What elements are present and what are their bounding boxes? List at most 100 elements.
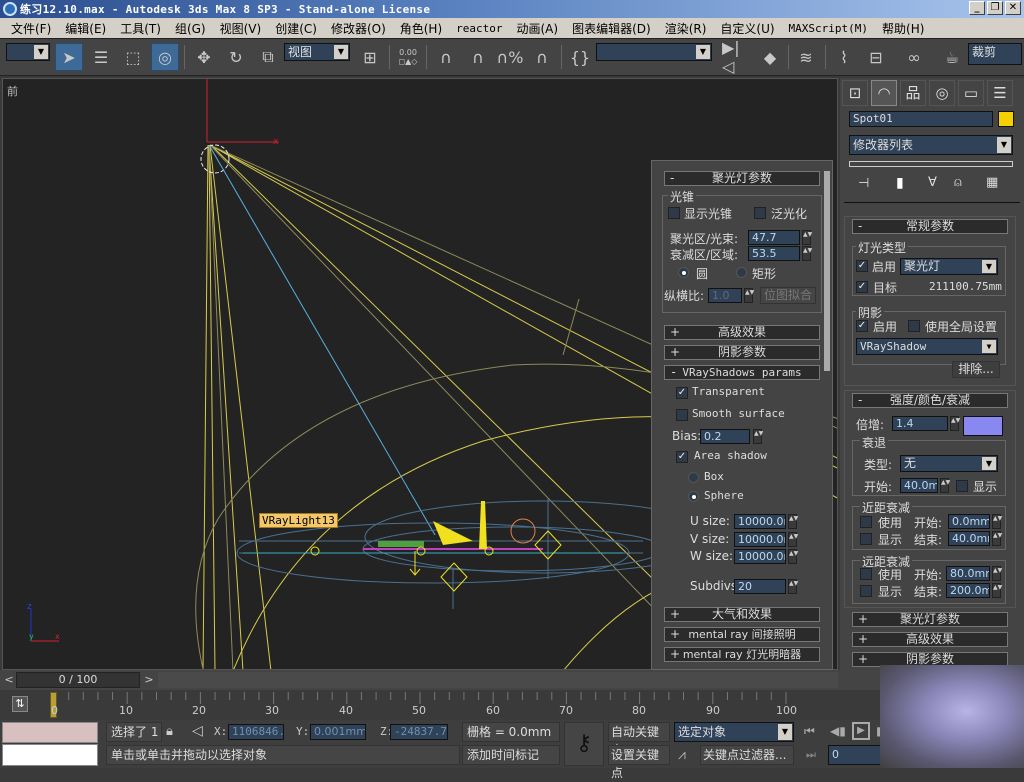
light-type-dropdown[interactable]: 聚光灯 ▼	[900, 258, 998, 275]
menu-file[interactable]: 文件(F)	[4, 20, 58, 37]
w-size-input[interactable]: 10000.0m	[734, 549, 786, 564]
render-scene-button[interactable]: ☕	[938, 43, 966, 71]
falloff-input[interactable]: 53.5	[748, 246, 800, 261]
far-end-input[interactable]: 200.0mm	[946, 583, 990, 598]
aspect-spinner[interactable]: ▲▼	[744, 288, 754, 303]
cmd-advanced-effects-header[interactable]: + 高级效果	[852, 632, 1008, 647]
schematic-view-button[interactable]: ⊟	[862, 43, 890, 71]
near-show-checkbox[interactable]	[860, 533, 872, 545]
auto-key-button[interactable]: 自动关键点	[608, 722, 670, 757]
object-color-swatch[interactable]	[998, 111, 1014, 127]
subdivs-spinner[interactable]: ▲▼	[788, 579, 798, 594]
restore-button[interactable]: ❐	[987, 1, 1003, 15]
maxscript-listener-mini[interactable]	[2, 722, 98, 743]
absolute-mode-icon[interactable]: ◁	[192, 723, 203, 739]
menu-tools[interactable]: 工具(T)	[113, 20, 168, 37]
close-button[interactable]: ✕	[1005, 1, 1021, 15]
shadow-params-header[interactable]: + 阴影参数	[664, 345, 820, 360]
hierarchy-tab[interactable]: 品	[900, 80, 926, 106]
mental-ray-shader-header[interactable]: + mental ray 灯光明暗器	[664, 647, 820, 662]
utilities-tab[interactable]: ☰	[987, 80, 1013, 106]
menu-group[interactable]: 组(G)	[168, 20, 213, 37]
modifier-stack[interactable]	[849, 161, 1013, 167]
bias-spinner[interactable]: ▲▼	[753, 429, 763, 444]
next-frame-button[interactable]: >	[142, 672, 156, 688]
vray-shadows-header[interactable]: - VRayShadows params	[664, 365, 820, 380]
far-show-checkbox[interactable]	[860, 585, 872, 597]
decay-start-input[interactable]: 40.0mm	[900, 478, 938, 493]
named-selection-dropdown[interactable]: ▼	[596, 43, 712, 61]
area-shadow-checkbox[interactable]: ✓	[676, 451, 688, 463]
minimize-button[interactable]: _	[969, 1, 985, 15]
sphere-radio[interactable]	[688, 491, 699, 502]
object-name-input[interactable]: Spot01	[849, 111, 993, 127]
near-end-spinner[interactable]: ▲▼	[992, 531, 1002, 546]
select-by-name-button[interactable]: ☰	[87, 43, 115, 71]
percent-snap-button[interactable]: ∩%	[496, 43, 524, 71]
selection-filter-dropdown[interactable]: ▼	[6, 43, 50, 61]
light-color-swatch[interactable]	[963, 416, 1003, 436]
mirror-button[interactable]: ▶|◁	[722, 38, 750, 76]
near-use-checkbox[interactable]	[860, 516, 872, 528]
hotspot-spinner[interactable]: ▲▼	[802, 230, 812, 245]
reference-coord-dropdown[interactable]: 视图 ▼	[284, 43, 350, 61]
hotspot-input[interactable]: 47.7	[748, 230, 800, 245]
set-key-button[interactable]: 设置关键点	[608, 745, 670, 780]
u-size-spinner[interactable]: ▲▼	[788, 514, 798, 529]
menu-character[interactable]: 角色(H)	[393, 20, 449, 37]
move-button[interactable]: ✥	[190, 43, 218, 71]
angle-snap-button[interactable]: ∩	[464, 43, 492, 71]
x-coord-input[interactable]: 1106846.2	[228, 724, 284, 740]
mental-ray-indirect-header[interactable]: + mental ray 间接照明	[664, 627, 820, 642]
material-editor-button[interactable]: ∞	[900, 43, 928, 71]
track-bar[interactable]: ⇅ 0 10 20 30 40 50 60 70 80 90 100	[0, 690, 840, 720]
intensity-header[interactable]: - 强度/颜色/衰减	[852, 393, 1008, 408]
curve-editor-button[interactable]: ⌇	[830, 43, 858, 71]
menu-edit[interactable]: 编辑(E)	[58, 20, 113, 37]
z-coord-input[interactable]: -24837.75	[390, 724, 448, 740]
create-tab[interactable]: ⊡	[842, 80, 868, 106]
pivot-center-button[interactable]: ⊞	[356, 43, 384, 71]
current-frame-input[interactable]: 0	[828, 745, 888, 765]
spinner-snap-button[interactable]: 0.00 ◻▲◇	[394, 43, 422, 71]
general-params-header[interactable]: - 常规参数	[852, 219, 1008, 234]
light-on-checkbox[interactable]: ✓	[856, 260, 868, 272]
cmd-spotlight-params-header[interactable]: + 聚光灯参数	[852, 612, 1008, 627]
far-end-spinner[interactable]: ▲▼	[992, 583, 1002, 598]
maxscript-input-mini[interactable]	[2, 744, 98, 766]
falloff-spinner[interactable]: ▲▼	[802, 246, 812, 261]
subdivs-input[interactable]: 20	[734, 579, 786, 594]
region-select-button[interactable]: ⬚	[119, 43, 147, 71]
menu-animation[interactable]: 动画(A)	[510, 20, 566, 37]
make-unique-icon[interactable]: ∀	[928, 175, 937, 190]
far-start-spinner[interactable]: ▲▼	[992, 566, 1002, 581]
key-mode-dropdown[interactable]: 选定对象 ▼	[674, 722, 794, 742]
menu-rendering[interactable]: 渲染(R)	[658, 20, 714, 37]
window-crossing-button[interactable]: ◎	[151, 43, 179, 71]
far-use-checkbox[interactable]	[860, 568, 872, 580]
key-filters-button[interactable]: 关键点过滤器...	[700, 745, 794, 765]
near-start-spinner[interactable]: ▲▼	[992, 514, 1002, 529]
snap-toggle-button[interactable]: ∩	[432, 43, 460, 71]
show-end-result-icon[interactable]: ▮	[896, 175, 904, 191]
configure-sets-icon[interactable]: ▦	[986, 175, 998, 190]
shadow-type-dropdown[interactable]: VRayShadow ▼	[856, 338, 998, 355]
atmospheres-effects-header[interactable]: + 大气和效果	[664, 607, 820, 622]
menu-graph-editors[interactable]: 图表编辑器(D)	[565, 20, 658, 37]
v-size-spinner[interactable]: ▲▼	[788, 532, 798, 547]
prev-frame-button[interactable]: <	[2, 672, 16, 688]
v-size-input[interactable]: 10000.0m	[734, 532, 786, 547]
decay-type-dropdown[interactable]: 无 ▼	[900, 455, 998, 472]
modifier-list-dropdown[interactable]: 修改器列表 ▼	[849, 135, 1013, 155]
u-size-input[interactable]: 10000.0m	[734, 514, 786, 529]
shadows-on-checkbox[interactable]: ✓	[856, 320, 868, 332]
pin-stack-icon[interactable]: ⊣	[858, 176, 869, 191]
remove-modifier-icon[interactable]: ⍝	[954, 175, 962, 190]
menu-customize[interactable]: 自定义(U)	[713, 20, 781, 37]
far-start-input[interactable]: 80.0mm	[946, 566, 990, 581]
rotate-button[interactable]: ↻	[222, 43, 250, 71]
aspect-input[interactable]: 1.0	[708, 288, 742, 303]
menu-reactor[interactable]: reactor	[449, 22, 509, 35]
multiplier-spinner[interactable]: ▲▼	[950, 416, 960, 431]
decay-show-checkbox[interactable]	[956, 480, 968, 492]
